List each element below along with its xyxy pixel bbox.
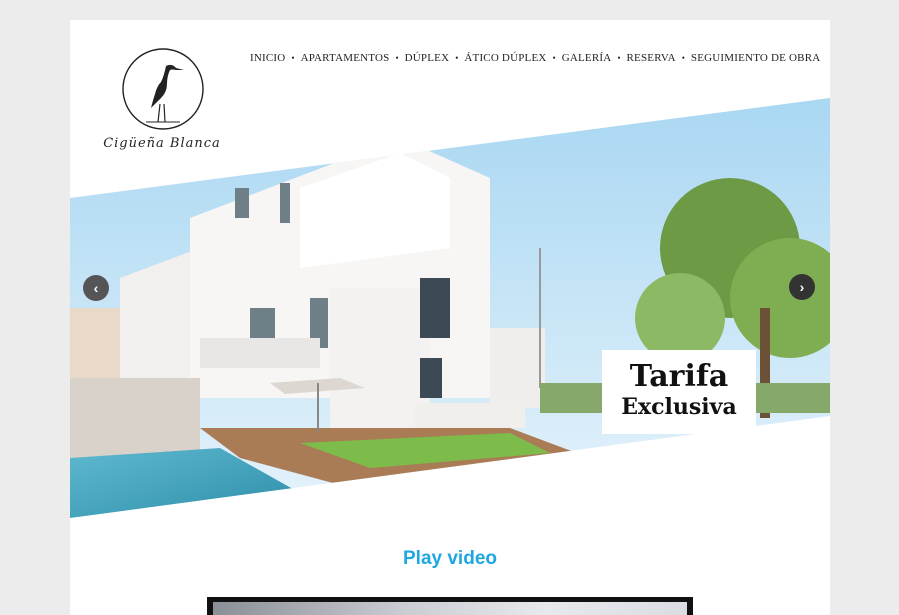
hero-tag-subtitle: Exclusiva <box>621 394 737 420</box>
nav-item-apartamentos[interactable]: APARTAMENTOS <box>301 52 390 64</box>
nav-item-duplex[interactable]: DÚPLEX <box>405 52 450 64</box>
hero-image <box>70 98 830 518</box>
nav-item-reserva[interactable]: RESERVA <box>627 52 676 64</box>
nav-separator: • <box>291 53 295 63</box>
nav-separator: • <box>681 53 685 63</box>
slider-next-button[interactable]: › <box>789 274 815 300</box>
nav-item-inicio[interactable]: INICIO <box>250 52 285 64</box>
hero-tag: Tarifa Exclusiva <box>602 350 756 434</box>
video-thumbnail <box>213 602 687 615</box>
chevron-right-icon: › <box>799 279 805 295</box>
nav-item-seguimiento-de-obra[interactable]: SEGUIMIENTO DE OBRA <box>691 52 820 64</box>
nav-separator: • <box>395 53 399 63</box>
hero-tag-title: Tarifa <box>629 359 729 394</box>
play-video-link[interactable]: Play video <box>70 548 830 570</box>
chevron-left-icon: ‹ <box>93 280 99 296</box>
page-container: Cigüeña Blanca INICIO • APARTAMENTOS • D… <box>70 20 830 615</box>
main-nav: INICIO • APARTAMENTOS • DÚPLEX • ÁTICO D… <box>250 52 820 64</box>
nav-item-atico-duplex[interactable]: ÁTICO DÚPLEX <box>464 52 546 64</box>
video-player[interactable] <box>207 597 693 615</box>
nav-separator: • <box>617 53 621 63</box>
nav-item-galeria[interactable]: GALERÍA <box>562 52 612 64</box>
nav-separator: • <box>552 53 556 63</box>
nav-separator: • <box>455 53 459 63</box>
slider-prev-button[interactable]: ‹ <box>83 275 109 301</box>
hero-slider: ‹ › Tarifa Exclusiva <box>70 98 830 518</box>
